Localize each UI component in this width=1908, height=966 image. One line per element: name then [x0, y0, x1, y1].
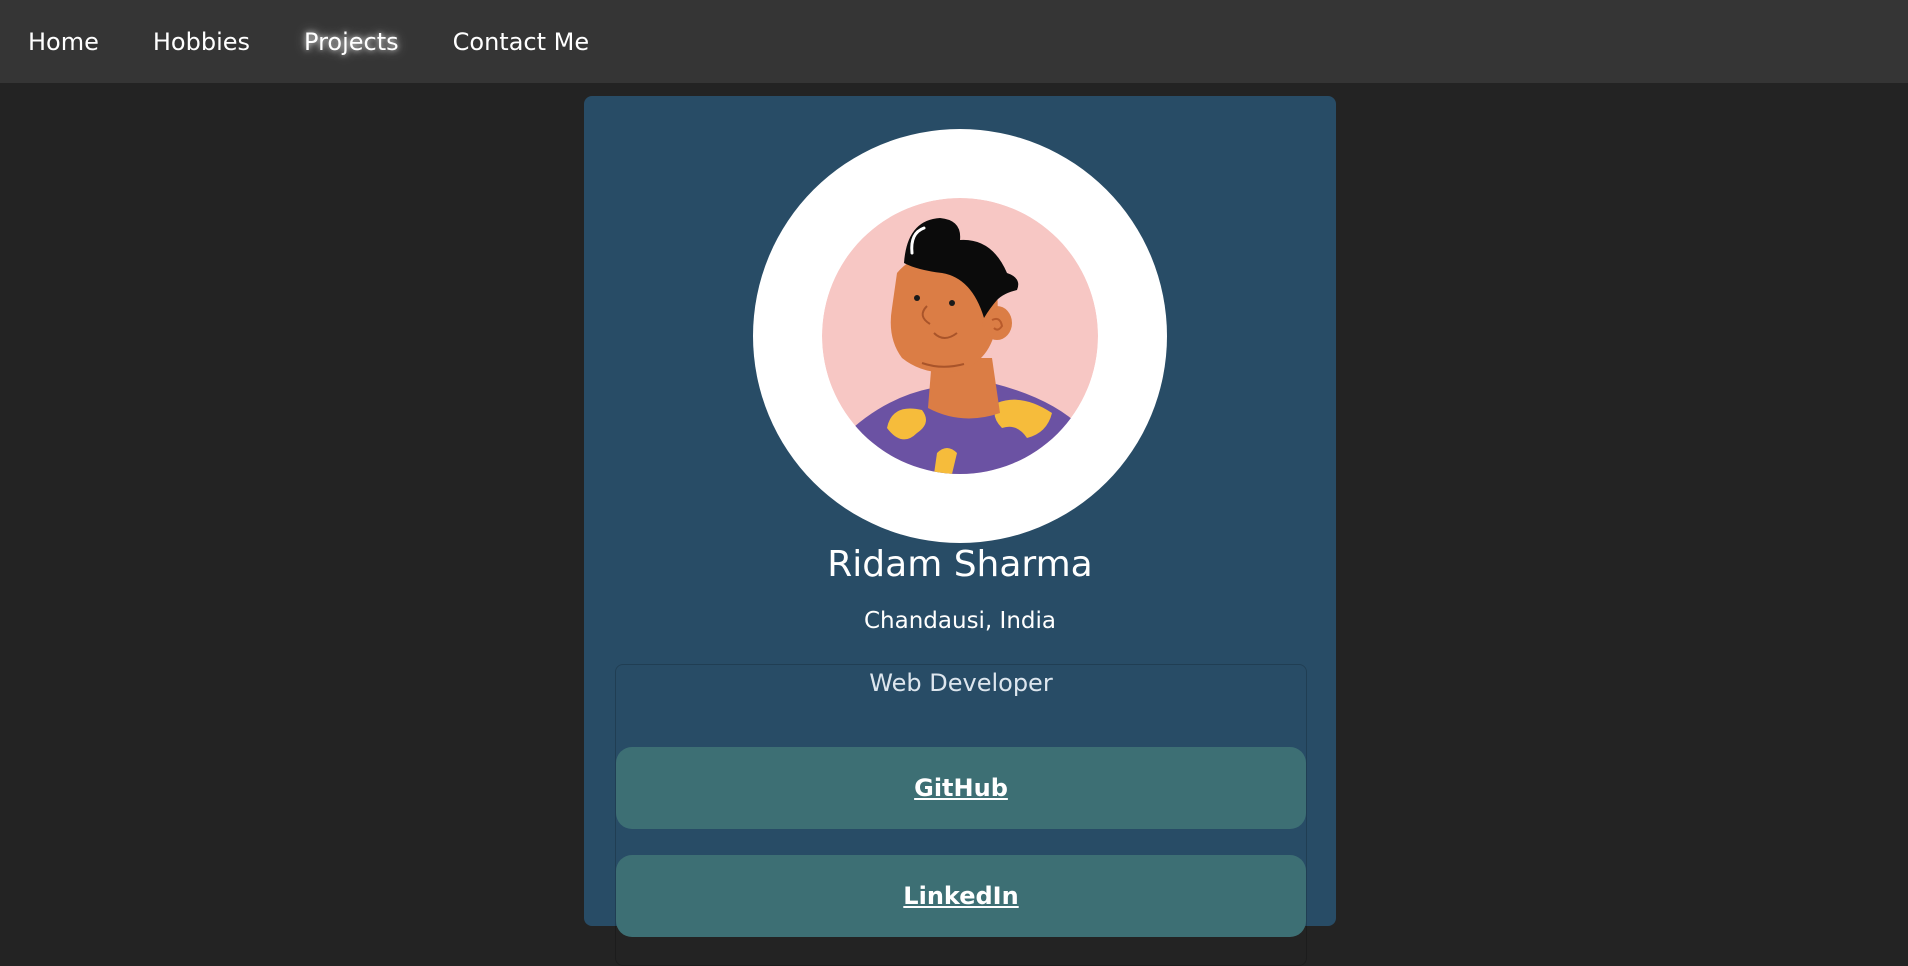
nav-projects[interactable]: Projects — [304, 28, 399, 56]
nav-contact-me[interactable]: Contact Me — [453, 28, 589, 56]
avatar-illustration-icon — [822, 198, 1098, 474]
nav-home[interactable]: Home — [28, 28, 99, 56]
avatar-frame — [753, 129, 1167, 543]
profile-name: Ridam Sharma — [827, 544, 1093, 585]
top-navbar: Home Hobbies Projects Contact Me — [0, 0, 1908, 83]
nav-hobbies[interactable]: Hobbies — [153, 28, 250, 56]
avatar — [822, 198, 1098, 474]
linkedin-link-button[interactable]: LinkedIn — [616, 855, 1306, 937]
profile-location: Chandausi, India — [863, 608, 1057, 634]
links-container: Web Developer GitHub LinkedIn — [615, 664, 1307, 966]
profile-role: Web Developer — [869, 669, 1053, 697]
profile-card: Ridam Sharma Chandausi, India Web Develo… — [584, 96, 1336, 966]
github-link-button[interactable]: GitHub — [616, 747, 1306, 829]
